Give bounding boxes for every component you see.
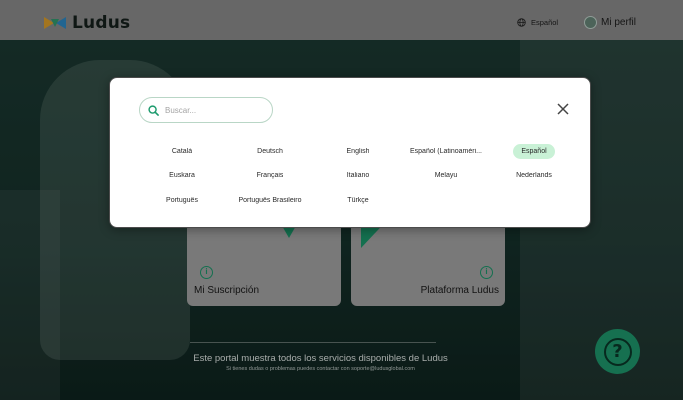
language-option[interactable]: Français — [226, 172, 314, 181]
language-option-label: Português — [166, 196, 198, 204]
language-option-label: Português Brasileiro — [238, 196, 302, 204]
language-option[interactable]: Türkçe — [314, 197, 402, 206]
language-option-label: Català — [171, 147, 193, 155]
language-option-label: Français — [256, 172, 284, 179]
language-option-label: Türkçe — [347, 196, 369, 204]
language-list: Català Deutsch English Español (Latinoaméri… — [138, 140, 578, 214]
search-icon — [148, 104, 159, 116]
language-option[interactable]: English — [314, 148, 402, 157]
language-option-label: Italiano — [346, 172, 370, 179]
search-box[interactable] — [139, 97, 273, 123]
language-modal: Català Deutsch English Español (Latinoaméri… — [109, 77, 591, 228]
language-option[interactable]: Euskara — [138, 172, 226, 181]
language-option-label: Deutsch — [257, 147, 283, 155]
language-row: Português Português Brasileiro Türkçe — [138, 189, 578, 213]
language-row: Euskara Français Italiano Melayu Nederlands — [138, 165, 578, 189]
language-option[interactable]: Português Brasileiro — [226, 197, 314, 206]
language-option-label: Español (Latinoaméri... — [410, 147, 482, 155]
language-option[interactable]: Deutsch — [226, 148, 314, 157]
language-row: Català Deutsch English Español (Latinoaméri… — [138, 140, 578, 164]
language-option[interactable]: Português — [138, 197, 226, 206]
language-option[interactable]: Melayu — [402, 172, 490, 181]
language-option[interactable]: Nederlands — [490, 172, 578, 181]
language-option-label: Español — [513, 143, 555, 159]
language-option[interactable]: Español (Latinoaméri... — [402, 148, 490, 157]
language-option-label: Euskara — [169, 172, 195, 179]
close-icon[interactable] — [556, 102, 570, 116]
search-input[interactable] — [165, 105, 260, 115]
language-option-label: Melayu — [434, 172, 458, 179]
language-option-label: English — [346, 147, 370, 155]
language-option-label: Nederlands — [516, 172, 552, 179]
language-option[interactable]: Español — [490, 143, 578, 161]
language-option[interactable]: Italiano — [314, 172, 402, 181]
language-option[interactable]: Català — [138, 148, 226, 157]
